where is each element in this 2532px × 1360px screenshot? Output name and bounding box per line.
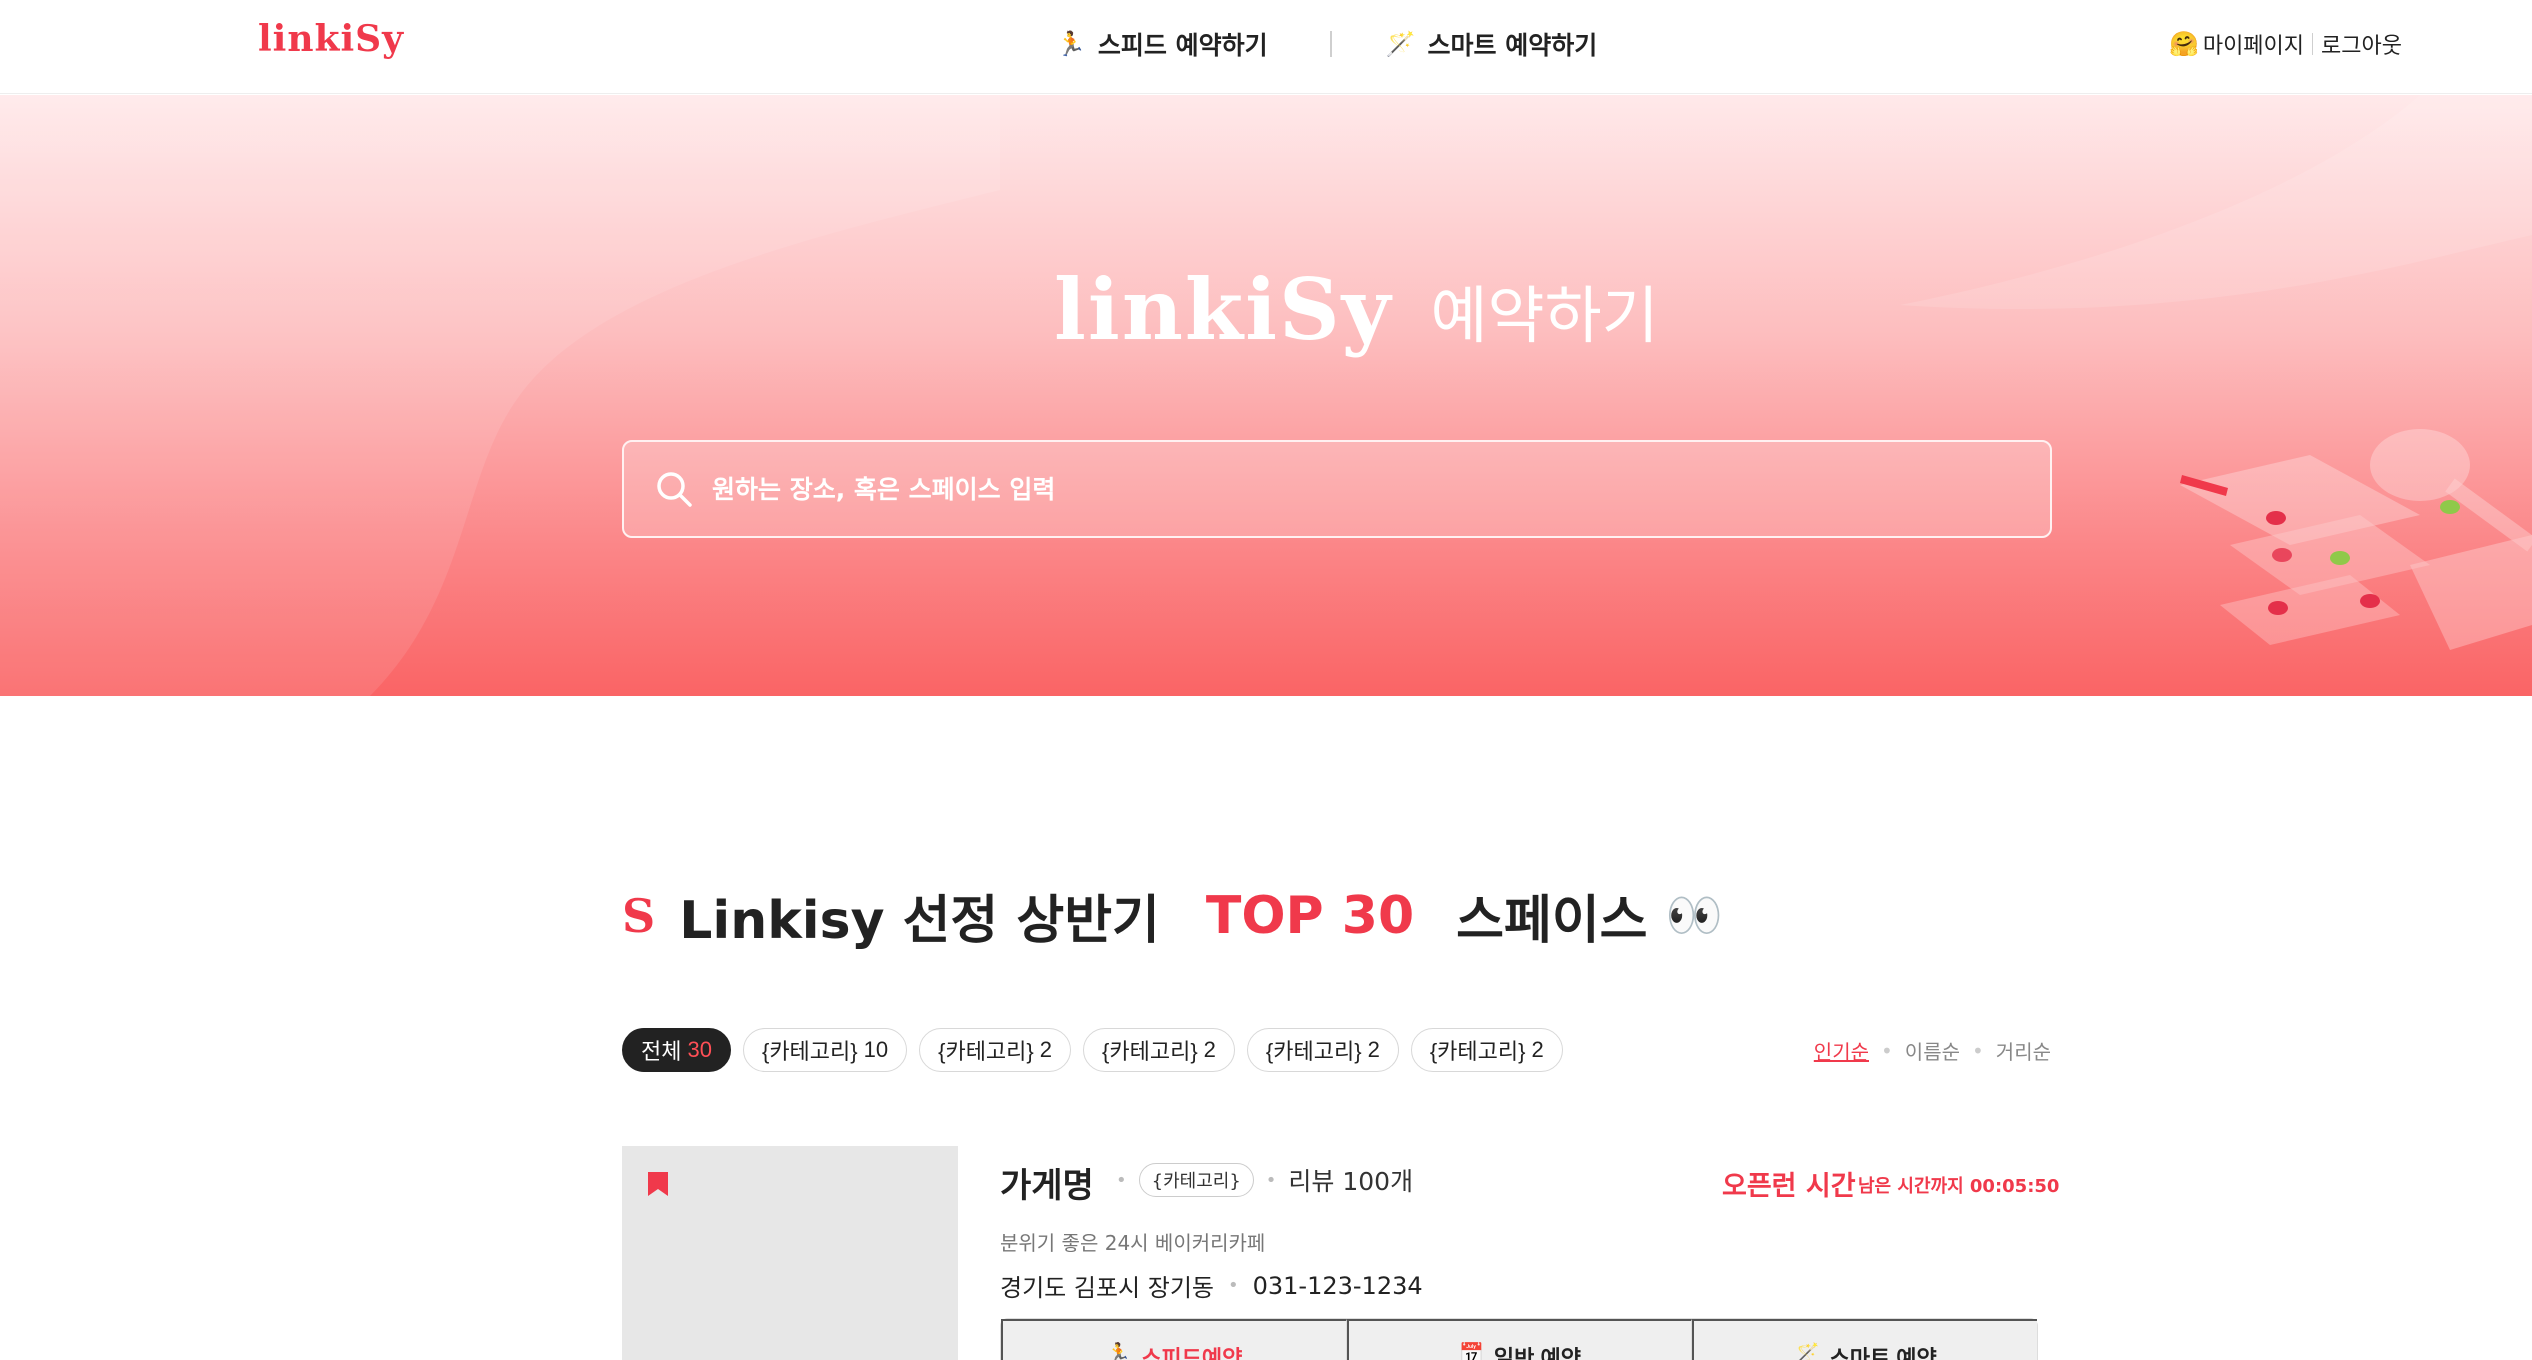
filter-chip-label: {카테고리} bbox=[938, 1039, 1034, 1064]
filter-chip-count: 2 bbox=[1203, 1037, 1216, 1062]
normal-booking-button[interactable]: 📅 일반 예약 bbox=[1346, 1319, 1693, 1360]
hero-banner: linkiSy 예약하기 bbox=[0, 95, 2532, 696]
nav-smart-booking-label: 스마트 예약하기 bbox=[1427, 31, 1598, 60]
store-description: 분위기 좋은 24시 베이커리카페 bbox=[1000, 1231, 1266, 1255]
hugging-face-icon: 🤗 bbox=[2168, 30, 2199, 58]
hero-background-wave bbox=[0, 95, 2532, 696]
search-input[interactable] bbox=[712, 474, 2050, 504]
review-count[interactable]: 리뷰 100개 bbox=[1288, 1162, 1413, 1198]
normal-booking-label: 일반 예약 bbox=[1493, 1346, 1581, 1360]
section-title-suffix: 스페이스 bbox=[1456, 891, 1648, 951]
filter-chip-count: 2 bbox=[1531, 1037, 1544, 1062]
store-address: 경기도 김포시 장기동 bbox=[1000, 1274, 1214, 1302]
speed-booking-button[interactable]: 🏃 스피드예약 bbox=[1001, 1319, 1347, 1360]
sort-distance[interactable]: 거리순 bbox=[1996, 1036, 2051, 1065]
sort-name[interactable]: 이름순 bbox=[1905, 1036, 1960, 1065]
logout-link[interactable]: 로그아웃 bbox=[2321, 28, 2402, 60]
meta-dot: • bbox=[1116, 1169, 1127, 1191]
filter-chip-category[interactable]: {카테고리} 2 bbox=[1410, 1028, 1563, 1072]
nav-speed-booking-label: 스피드 예약하기 bbox=[1097, 31, 1268, 60]
filter-chip-category[interactable]: {카테고리} 2 bbox=[1246, 1028, 1399, 1072]
magic-wand-icon: 🪄 bbox=[1794, 1343, 1820, 1360]
mypage-link[interactable]: 마이페이지 bbox=[2203, 28, 2304, 60]
search-icon bbox=[657, 472, 692, 507]
nav-divider bbox=[1329, 31, 1332, 57]
filter-chip-count: 10 bbox=[863, 1037, 889, 1062]
filter-chip-count: 2 bbox=[1367, 1037, 1380, 1062]
magic-wand-icon: 🪄 bbox=[1385, 30, 1416, 58]
account-menu: 🤗 마이페이지 로그아웃 bbox=[2169, 28, 2402, 60]
section-title-highlight: TOP 30 bbox=[1205, 885, 1415, 946]
hero-subtitle: 예약하기 bbox=[1430, 278, 1659, 352]
filter-chip-count: 2 bbox=[1039, 1037, 1053, 1062]
running-icon: 🏃 bbox=[1106, 1343, 1132, 1360]
search-bar[interactable] bbox=[622, 440, 2052, 538]
sort-options: 인기순 • 이름순 • 거리순 bbox=[1814, 1036, 2051, 1065]
sort-popular[interactable]: 인기순 bbox=[1814, 1036, 1869, 1065]
hero-title: linkiSy 예약하기 bbox=[1054, 260, 1659, 359]
store-phone: 031-123-1234 bbox=[1252, 1271, 1423, 1300]
hero-illustration bbox=[2180, 429, 2532, 650]
filter-chip-label: {카테고리} bbox=[1429, 1039, 1526, 1064]
meta-dot: • bbox=[1265, 1169, 1277, 1191]
booking-button-bar: 🏃 스피드예약 📅 일반 예약 🪄 스마트 예약 bbox=[1000, 1318, 2038, 1360]
smart-booking-button[interactable]: 🪄 스마트 예약 bbox=[1692, 1319, 2038, 1360]
eyes-icon: 👀 bbox=[1665, 888, 1723, 942]
store-name[interactable]: 가게명 bbox=[1000, 1158, 1094, 1207]
category-badge: {카테고리} bbox=[1138, 1163, 1254, 1197]
bookmark-icon[interactable] bbox=[646, 1170, 670, 1198]
nav-speed-booking[interactable]: 🏃 스피드 예약하기 bbox=[1056, 26, 1268, 62]
filter-chip-category[interactable]: {카테고리} 2 bbox=[1083, 1028, 1235, 1072]
top-navigation-bar: linkiSy 🏃 스피드 예약하기 🪄 스마트 예약하기 🤗 마이페이지 로그… bbox=[0, 0, 2532, 94]
sort-divider: • bbox=[1881, 1038, 1893, 1063]
store-meta: • {카테고리} • 리뷰 100개 bbox=[1104, 1162, 1413, 1198]
store-thumbnail[interactable] bbox=[622, 1146, 958, 1360]
store-address-row: 경기도 김포시 장기동 • 031-123-1234 bbox=[1000, 1268, 1423, 1303]
filter-chip-label: {카테고리} bbox=[1265, 1039, 1362, 1064]
section-title-text: Linkisy 선정 상반기 bbox=[679, 891, 1160, 951]
linkisy-s-icon: S bbox=[622, 888, 656, 943]
running-icon: 🏃 bbox=[1056, 30, 1086, 58]
filter-chip-all[interactable]: 전체 30 bbox=[622, 1028, 731, 1072]
account-divider bbox=[2312, 33, 2314, 55]
calendar-icon: 📅 bbox=[1459, 1343, 1484, 1360]
open-run-label: 오픈런 시간 bbox=[1722, 1171, 1856, 1202]
meta-dot: • bbox=[1227, 1275, 1239, 1296]
filter-chip-label: {카테고리} bbox=[761, 1039, 858, 1064]
filter-chip-count: 30 bbox=[687, 1037, 712, 1062]
filter-chip-label: {카테고리} bbox=[1102, 1039, 1198, 1064]
section-title: S Linkisy 선정 상반기 TOP 30 스페이스 👀 bbox=[622, 878, 1723, 953]
category-filter: 전체 30 {카테고리} 10 {카테고리} 2 {카테고리} 2 {카테고리}… bbox=[622, 1028, 1575, 1072]
sort-divider: • bbox=[1972, 1038, 1984, 1063]
brand-logo[interactable]: linkiSy bbox=[258, 18, 404, 60]
filter-chip-label: 전체 bbox=[641, 1039, 682, 1064]
nav-smart-booking[interactable]: 🪄 스마트 예약하기 bbox=[1386, 26, 1598, 62]
open-run-timer: 남은 시간까지 00:05:50 bbox=[1858, 1176, 2060, 1197]
speed-booking-label: 스피드예약 bbox=[1141, 1346, 1243, 1360]
smart-booking-label: 스마트 예약 bbox=[1829, 1346, 1937, 1360]
filter-chip-category[interactable]: {카테고리} 2 bbox=[919, 1028, 1072, 1072]
filter-chip-category[interactable]: {카테고리} 10 bbox=[742, 1028, 908, 1072]
main-nav: 🏃 스피드 예약하기 🪄 스마트 예약하기 bbox=[1056, 26, 1597, 62]
hero-logo: linkiSy bbox=[1054, 260, 1393, 359]
